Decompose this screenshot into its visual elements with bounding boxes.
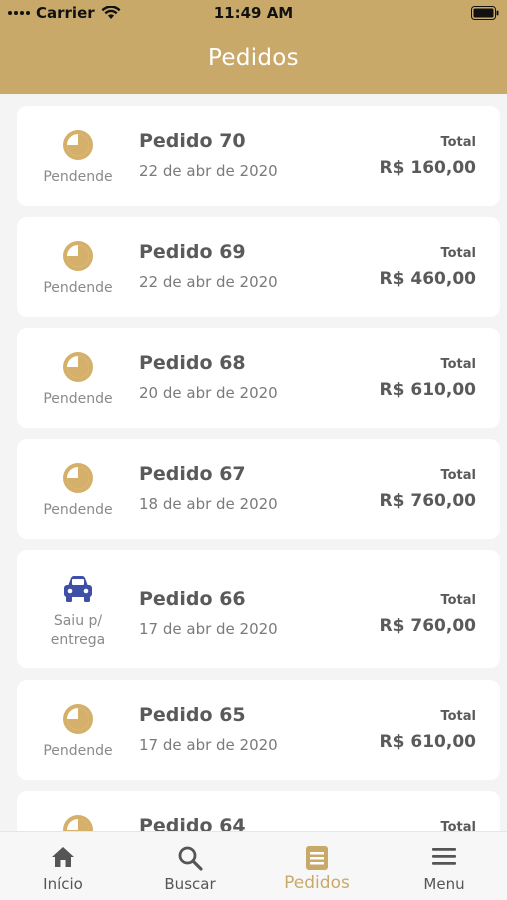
orders-icon — [306, 846, 328, 870]
order-card[interactable]: Pendende Pedido 68 20 de abr de 2020 Tot… — [17, 328, 500, 428]
order-date: 18 de abr de 2020 — [139, 495, 278, 513]
order-title: Pedido 67 — [139, 463, 246, 485]
order-date: 17 de abr de 2020 — [139, 620, 278, 638]
status-label: Pendende — [43, 502, 113, 518]
status-label: Pendende — [43, 169, 113, 185]
order-card[interactable]: Saiu p/ entrega Pedido 66 17 de abr de 2… — [17, 550, 500, 668]
total-label: Total — [440, 357, 476, 372]
order-title: Pedido 69 — [139, 241, 246, 263]
car-icon — [64, 576, 92, 602]
tab-label: Início — [43, 875, 83, 893]
tab-label: Menu — [423, 875, 465, 893]
order-date: 22 de abr de 2020 — [139, 162, 278, 180]
menu-icon — [432, 848, 456, 865]
order-status: Pendende — [17, 239, 139, 298]
order-title: Pedido 66 — [139, 588, 246, 610]
total-label: Total — [440, 468, 476, 483]
tab-buscar[interactable]: Buscar — [127, 832, 253, 900]
order-status: Pendende — [17, 350, 139, 409]
status-label-line1: Saiu p/ — [53, 613, 103, 629]
battery-icon — [471, 6, 499, 20]
total-value: R$ 160,00 — [379, 158, 476, 178]
status-label-line2: entrega — [50, 632, 106, 648]
order-card[interactable]: Pendende Pedido 67 18 de abr de 2020 Tot… — [17, 439, 500, 539]
tab-pedidos[interactable]: Pedidos — [254, 832, 380, 900]
clock-icon — [63, 130, 93, 160]
total-value: R$ 760,00 — [379, 616, 476, 636]
order-status: Pendende — [17, 702, 139, 761]
order-card[interactable]: Pendende Pedido 70 22 de abr de 2020 Tot… — [17, 106, 500, 206]
total-value: R$ 610,00 — [379, 732, 476, 752]
order-date: 20 de abr de 2020 — [139, 384, 278, 402]
total-label: Total — [440, 709, 476, 724]
status-label: Pendende — [43, 391, 113, 407]
status-time: 11:49 AM — [213, 4, 294, 22]
clock-icon — [63, 241, 93, 271]
app-header: Carrier 11:49 AM Pedidos — [0, 0, 507, 94]
order-status: Saiu p/ entrega — [17, 574, 139, 650]
clock-icon — [63, 352, 93, 382]
page-title: Pedidos — [208, 45, 299, 71]
tab-label: Buscar — [164, 875, 216, 893]
order-status: Pendende — [17, 461, 139, 520]
tab-menu[interactable]: Menu — [381, 832, 507, 900]
order-title: Pedido 70 — [139, 130, 246, 152]
total-value: R$ 760,00 — [379, 491, 476, 511]
order-title: Pedido 68 — [139, 352, 246, 374]
status-bar: Carrier 11:49 AM — [0, 0, 507, 28]
tab-bar: Início Buscar Pedidos Menu — [0, 831, 507, 900]
status-label: Pendende — [43, 743, 113, 759]
home-icon — [52, 847, 74, 867]
order-date: 22 de abr de 2020 — [139, 273, 278, 291]
tab-label: Pedidos — [284, 873, 350, 893]
clock-icon — [63, 463, 93, 493]
total-label: Total — [440, 593, 476, 608]
clock-icon — [63, 704, 93, 734]
total-value: R$ 610,00 — [379, 380, 476, 400]
tab-inicio[interactable]: Início — [0, 832, 126, 900]
order-date: 17 de abr de 2020 — [139, 736, 278, 754]
order-status: Pendende — [17, 128, 139, 187]
order-title: Pedido 65 — [139, 704, 246, 726]
status-label: Pendende — [43, 280, 113, 296]
search-icon — [178, 846, 203, 871]
total-value: R$ 460,00 — [379, 269, 476, 289]
total-label: Total — [440, 246, 476, 261]
total-label: Total — [440, 135, 476, 150]
order-card[interactable]: Pendende Pedido 65 17 de abr de 2020 Tot… — [17, 680, 500, 780]
order-card[interactable]: Pendende Pedido 69 22 de abr de 2020 Tot… — [17, 217, 500, 317]
